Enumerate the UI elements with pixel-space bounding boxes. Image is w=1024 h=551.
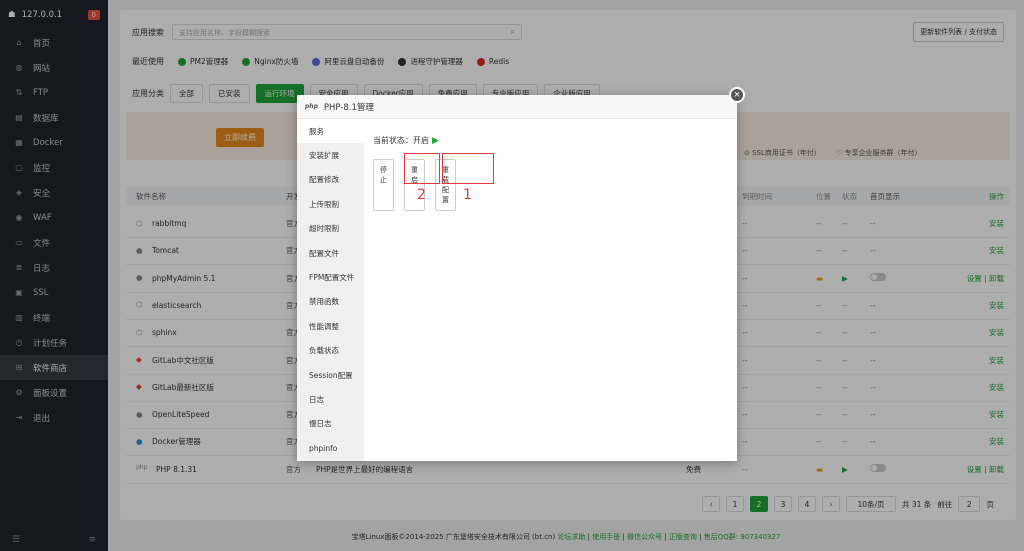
stop-button[interactable]: 停止 [373, 159, 394, 211]
annotation-2: 2 [417, 187, 426, 203]
dialog-tab[interactable]: 上传限制 [297, 192, 364, 216]
dialog-tab[interactable]: 性能调整 [297, 314, 364, 338]
dialog-tab[interactable]: 超时限制 [297, 217, 364, 241]
dialog-tab[interactable]: 日志 [297, 387, 364, 411]
dialog-tab-list: 服务 安装扩展 配置修改 上传限制 超时限制 配置文件 FPM配置文件 禁用函数 性能调整 负载状… [297, 119, 364, 461]
php-logo-icon: php [305, 103, 318, 110]
dialog-tab[interactable]: FPM配置文件 [297, 265, 364, 289]
dialog-tab[interactable]: 禁用函数 [297, 290, 364, 314]
dialog-tab[interactable]: 负载状态 [297, 339, 364, 363]
service-panel: 当前状态：开启 ▶ 停止 重启 重载配置 [373, 135, 456, 211]
dialog-tab[interactable]: phpinfo [297, 436, 364, 460]
dialog-tab[interactable]: 服务 [297, 119, 364, 144]
close-icon[interactable]: × [729, 87, 745, 103]
running-icon: ▶ [432, 135, 439, 146]
dialog-tab[interactable]: Session配置 [297, 363, 364, 387]
service-status: 当前状态：开启 ▶ [373, 135, 439, 146]
reload-highlight [442, 153, 494, 184]
dialog-title: PHP-8.1管理 [323, 102, 374, 113]
dialog-tab[interactable]: 慢日志 [297, 412, 364, 436]
php-manager-dialog: php PHP-8.1管理 × 服务 安装扩展 配置修改 上传限制 超时限制 配置文件 FP… [297, 87, 745, 461]
dialog-tab[interactable]: 配置修改 [297, 168, 364, 192]
dialog-tab[interactable]: 安装扩展 [297, 143, 364, 167]
annotation-1: 1 [463, 187, 472, 203]
dialog-header: php PHP-8.1管理 [297, 95, 737, 119]
restart-highlight [404, 153, 440, 184]
dialog-tab[interactable]: 配置文件 [297, 241, 364, 265]
status-label: 当前状态：开启 [373, 136, 429, 145]
